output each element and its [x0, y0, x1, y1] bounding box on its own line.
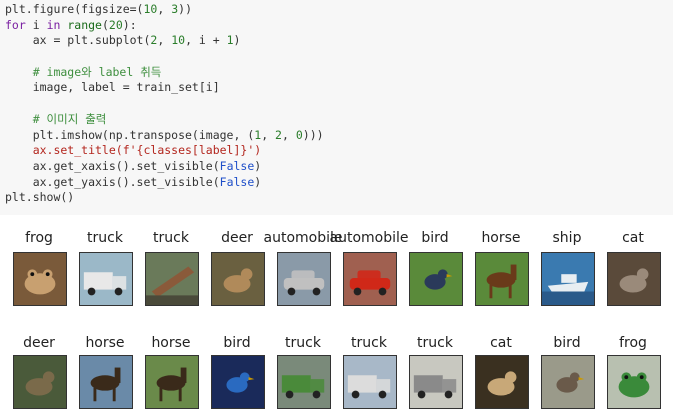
code-token: i [25, 17, 47, 32]
code-token: image, label = train_set[i] [5, 80, 220, 95]
code-token: ) [254, 174, 262, 189]
code-token: )) [178, 2, 192, 16]
code-token: , [281, 127, 296, 142]
horse-image [145, 355, 199, 409]
bird-image [211, 355, 265, 409]
truck-image [145, 252, 199, 306]
code-token: ( [101, 17, 109, 32]
code-token: # image와 label 취득 [5, 64, 162, 79]
code-token: ax.set_title(f'{classes[label]}') [5, 143, 262, 158]
code-line: ax.set_title(f'{classes[label]}') [5, 143, 673, 159]
code-token: 2 [275, 127, 282, 142]
code-token: for [5, 17, 26, 32]
truck-image [343, 355, 397, 409]
code-line: plt.show() [5, 190, 673, 206]
code-token: , [157, 33, 172, 48]
code-line: image, label = train_set[i] [5, 80, 673, 96]
code-cell[interactable]: plt.figure(figsize=(10, 3)) for i in rang… [0, 0, 673, 215]
code-token: 10 [171, 33, 186, 48]
code-token: False [219, 174, 255, 189]
code-token: ): [122, 17, 137, 32]
code-line: plt.figure(figsize=(10, 3)) [5, 2, 673, 18]
cat-image [475, 355, 529, 409]
code-line: ax.get_yaxis().set_visible(False) [5, 175, 673, 191]
code-token: , [261, 127, 276, 142]
code-token: ax.get_yaxis().set_visible( [5, 174, 220, 189]
code-token: plt.figure(figsize=( [5, 2, 144, 16]
bird-image [409, 252, 463, 306]
code-line: ax = plt.subplot(2, 10, i + 1) [5, 33, 673, 49]
code-token: , i + [185, 33, 227, 48]
code-line: # 이미지 출력 [5, 112, 673, 128]
subplot-title: frog [619, 335, 647, 351]
output-image-grid: frog truck truck deer automobile automobile bi… [0, 222, 673, 420]
truck-image [409, 355, 463, 409]
cat-image [607, 252, 661, 306]
automobile-image [277, 252, 331, 306]
code-token: # 이미지 출력 [5, 111, 107, 126]
frog-image [13, 252, 67, 306]
code-token: plt.imshow(np.transpose(image, ( [5, 127, 255, 142]
code-token: ) [233, 33, 241, 48]
code-token: range [67, 17, 102, 32]
code-token: 20 [108, 17, 123, 32]
code-token: plt.show() [5, 190, 75, 205]
truck-image [277, 355, 331, 409]
deer-image [13, 355, 67, 409]
code-line: for i in range(20): [5, 18, 673, 34]
truck-image [79, 252, 133, 306]
code-line: plt.imshow(np.transpose(image, (1, 2, 0)… [5, 128, 673, 144]
code-token: in [46, 17, 61, 32]
code-token: ax = plt.subplot( [5, 33, 151, 48]
bird-image [541, 355, 595, 409]
code-token: , [157, 2, 172, 16]
code-line: # image와 label 취득 [5, 65, 673, 81]
automobile-image [343, 252, 397, 306]
subplot-title: cat [622, 230, 644, 246]
deer-image [211, 252, 265, 306]
horse-image [475, 252, 529, 306]
code-token: ))) [302, 127, 324, 142]
code-token: 0 [295, 127, 303, 142]
code-token: ax.get_xaxis().set_visible( [5, 158, 220, 173]
ship-image [541, 252, 595, 306]
code-token: False [219, 158, 255, 173]
code-token: ) [254, 158, 262, 173]
horse-image [79, 355, 133, 409]
frog-image [607, 355, 661, 409]
code-token: 10 [143, 2, 158, 16]
code-token: 1 [226, 33, 234, 48]
code-line: ax.get_xaxis().set_visible(False) [5, 159, 673, 175]
